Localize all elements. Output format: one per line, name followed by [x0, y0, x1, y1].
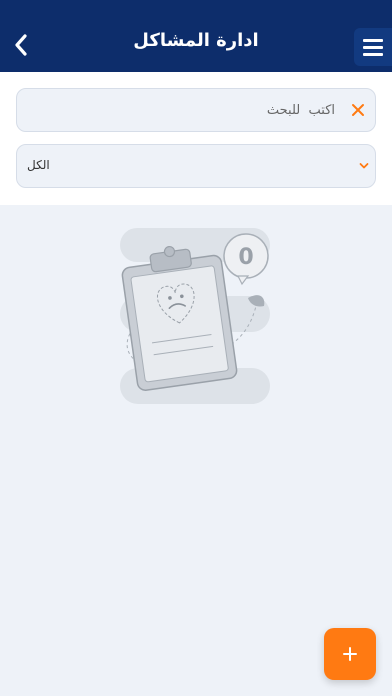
- page-title: ادارة المشاكل: [133, 30, 259, 51]
- empty-clipboard-icon: 0: [120, 228, 270, 404]
- chevron-down-icon: [359, 163, 369, 169]
- hamburger-menu-icon: [363, 38, 383, 42]
- plus-icon: [343, 647, 357, 661]
- app-header: ادارة المشاكل: [0, 0, 392, 72]
- select-value: الكل: [27, 158, 50, 172]
- clear-search-button[interactable]: [349, 101, 367, 119]
- menu-button[interactable]: [354, 28, 392, 66]
- filter-panel: الكل: [0, 72, 392, 205]
- search-field: [16, 88, 376, 132]
- status-filter-select[interactable]: الكل: [16, 144, 376, 188]
- search-input[interactable]: [57, 89, 335, 131]
- close-icon: [352, 104, 364, 116]
- empty-count-badge: 0: [238, 245, 253, 270]
- add-problem-button[interactable]: [324, 628, 376, 680]
